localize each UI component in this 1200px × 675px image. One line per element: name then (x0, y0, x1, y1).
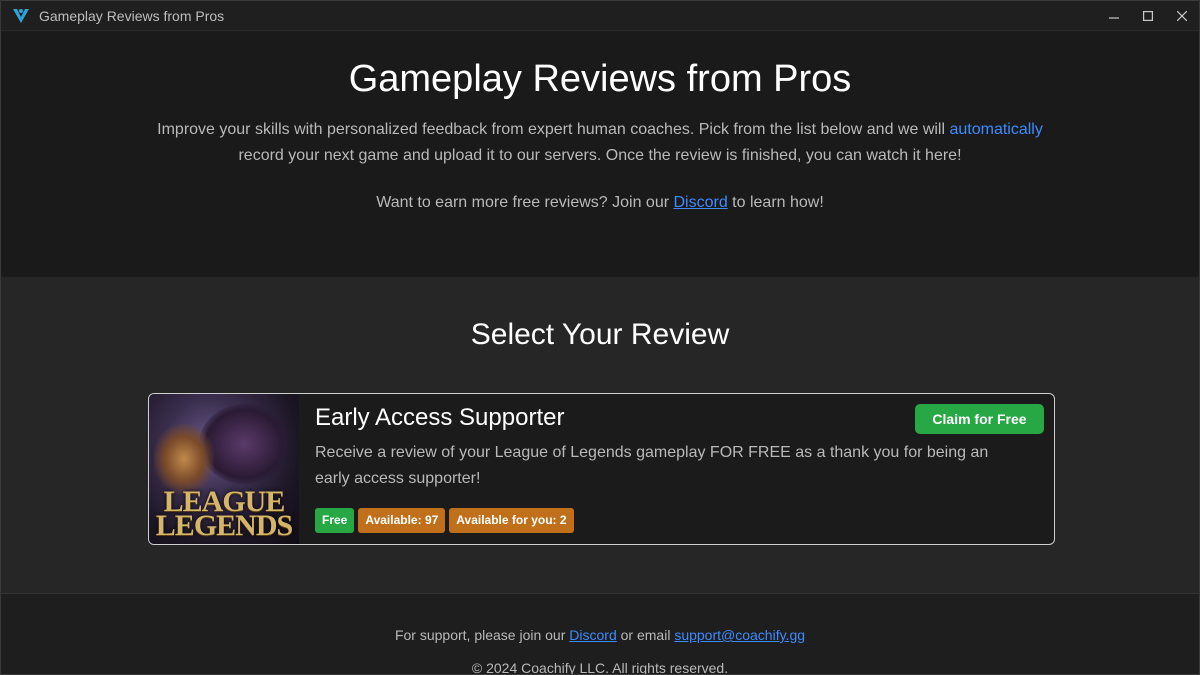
card-body: Early Access Supporter Receive a review … (299, 394, 1054, 544)
hero-section: Gameplay Reviews from Pros Improve your … (1, 31, 1199, 277)
league-of-legends-thumbnail: LEAGUE LEGENDS (149, 394, 299, 544)
support-text-2: or email (616, 627, 675, 643)
league-of-legends-logo: LEAGUE LEGENDS (149, 487, 299, 542)
close-button[interactable] (1165, 1, 1199, 31)
support-email-link[interactable]: support@coachify.gg (674, 627, 805, 643)
window-controls (1097, 1, 1199, 30)
footer-discord-link[interactable]: Discord (569, 627, 616, 643)
price-badge: Free (315, 508, 355, 533)
badge-row: Free Available: 97 Available for you: 2 (315, 508, 1044, 533)
claim-for-free-button[interactable]: Claim for Free (915, 404, 1044, 434)
support-text: For support, please join our Discord or … (1, 627, 1199, 643)
coachify-logo-icon (11, 6, 31, 26)
hero-description-text: Improve your skills with personalized fe… (157, 121, 950, 138)
maximize-icon (1143, 11, 1153, 21)
minimize-icon (1109, 17, 1119, 19)
earn-text-2: to learn how! (727, 194, 824, 211)
earn-reviews-text: Want to earn more free reviews? Join our… (1, 194, 1199, 212)
card-description: Receive a review of your League of Legen… (315, 444, 989, 487)
hero-description: Improve your skills with personalized fe… (150, 117, 1050, 169)
copyright-text: © 2024 Coachify LLC. All rights reserved… (471, 660, 729, 675)
select-review-section: Select Your Review LEAGUE LEGENDS Early … (1, 277, 1199, 594)
user-availability-badge: Available for you: 2 (449, 508, 574, 533)
logo-line-2: LEGENDS (155, 509, 293, 542)
minimize-button[interactable] (1097, 1, 1131, 31)
availability-badge: Available: 97 (358, 508, 446, 533)
earn-text-1: Want to earn more free reviews? Join our (376, 194, 674, 211)
support-text-1: For support, please join our (394, 627, 570, 643)
discord-link[interactable]: Discord (674, 194, 728, 211)
footer: For support, please join our Discord or … (1, 594, 1199, 675)
app-window: Gameplay Reviews from Pros Gameplay Revi… (0, 0, 1200, 675)
window-title: Gameplay Reviews from Pros (39, 7, 225, 24)
hero-description-text-2: record your next game and upload it to o… (238, 147, 962, 164)
review-card-early-access[interactable]: LEAGUE LEGENDS Early Access Supporter Re… (148, 393, 1055, 545)
page-title: Gameplay Reviews from Pros (348, 58, 852, 100)
maximize-button[interactable] (1131, 1, 1165, 31)
close-icon (1177, 11, 1187, 21)
section-title: Select Your Review (470, 318, 730, 351)
automatically-link[interactable]: automatically (949, 121, 1042, 138)
title-bar[interactable]: Gameplay Reviews from Pros (1, 1, 1199, 31)
thumbnail-art-champion (154, 424, 214, 494)
